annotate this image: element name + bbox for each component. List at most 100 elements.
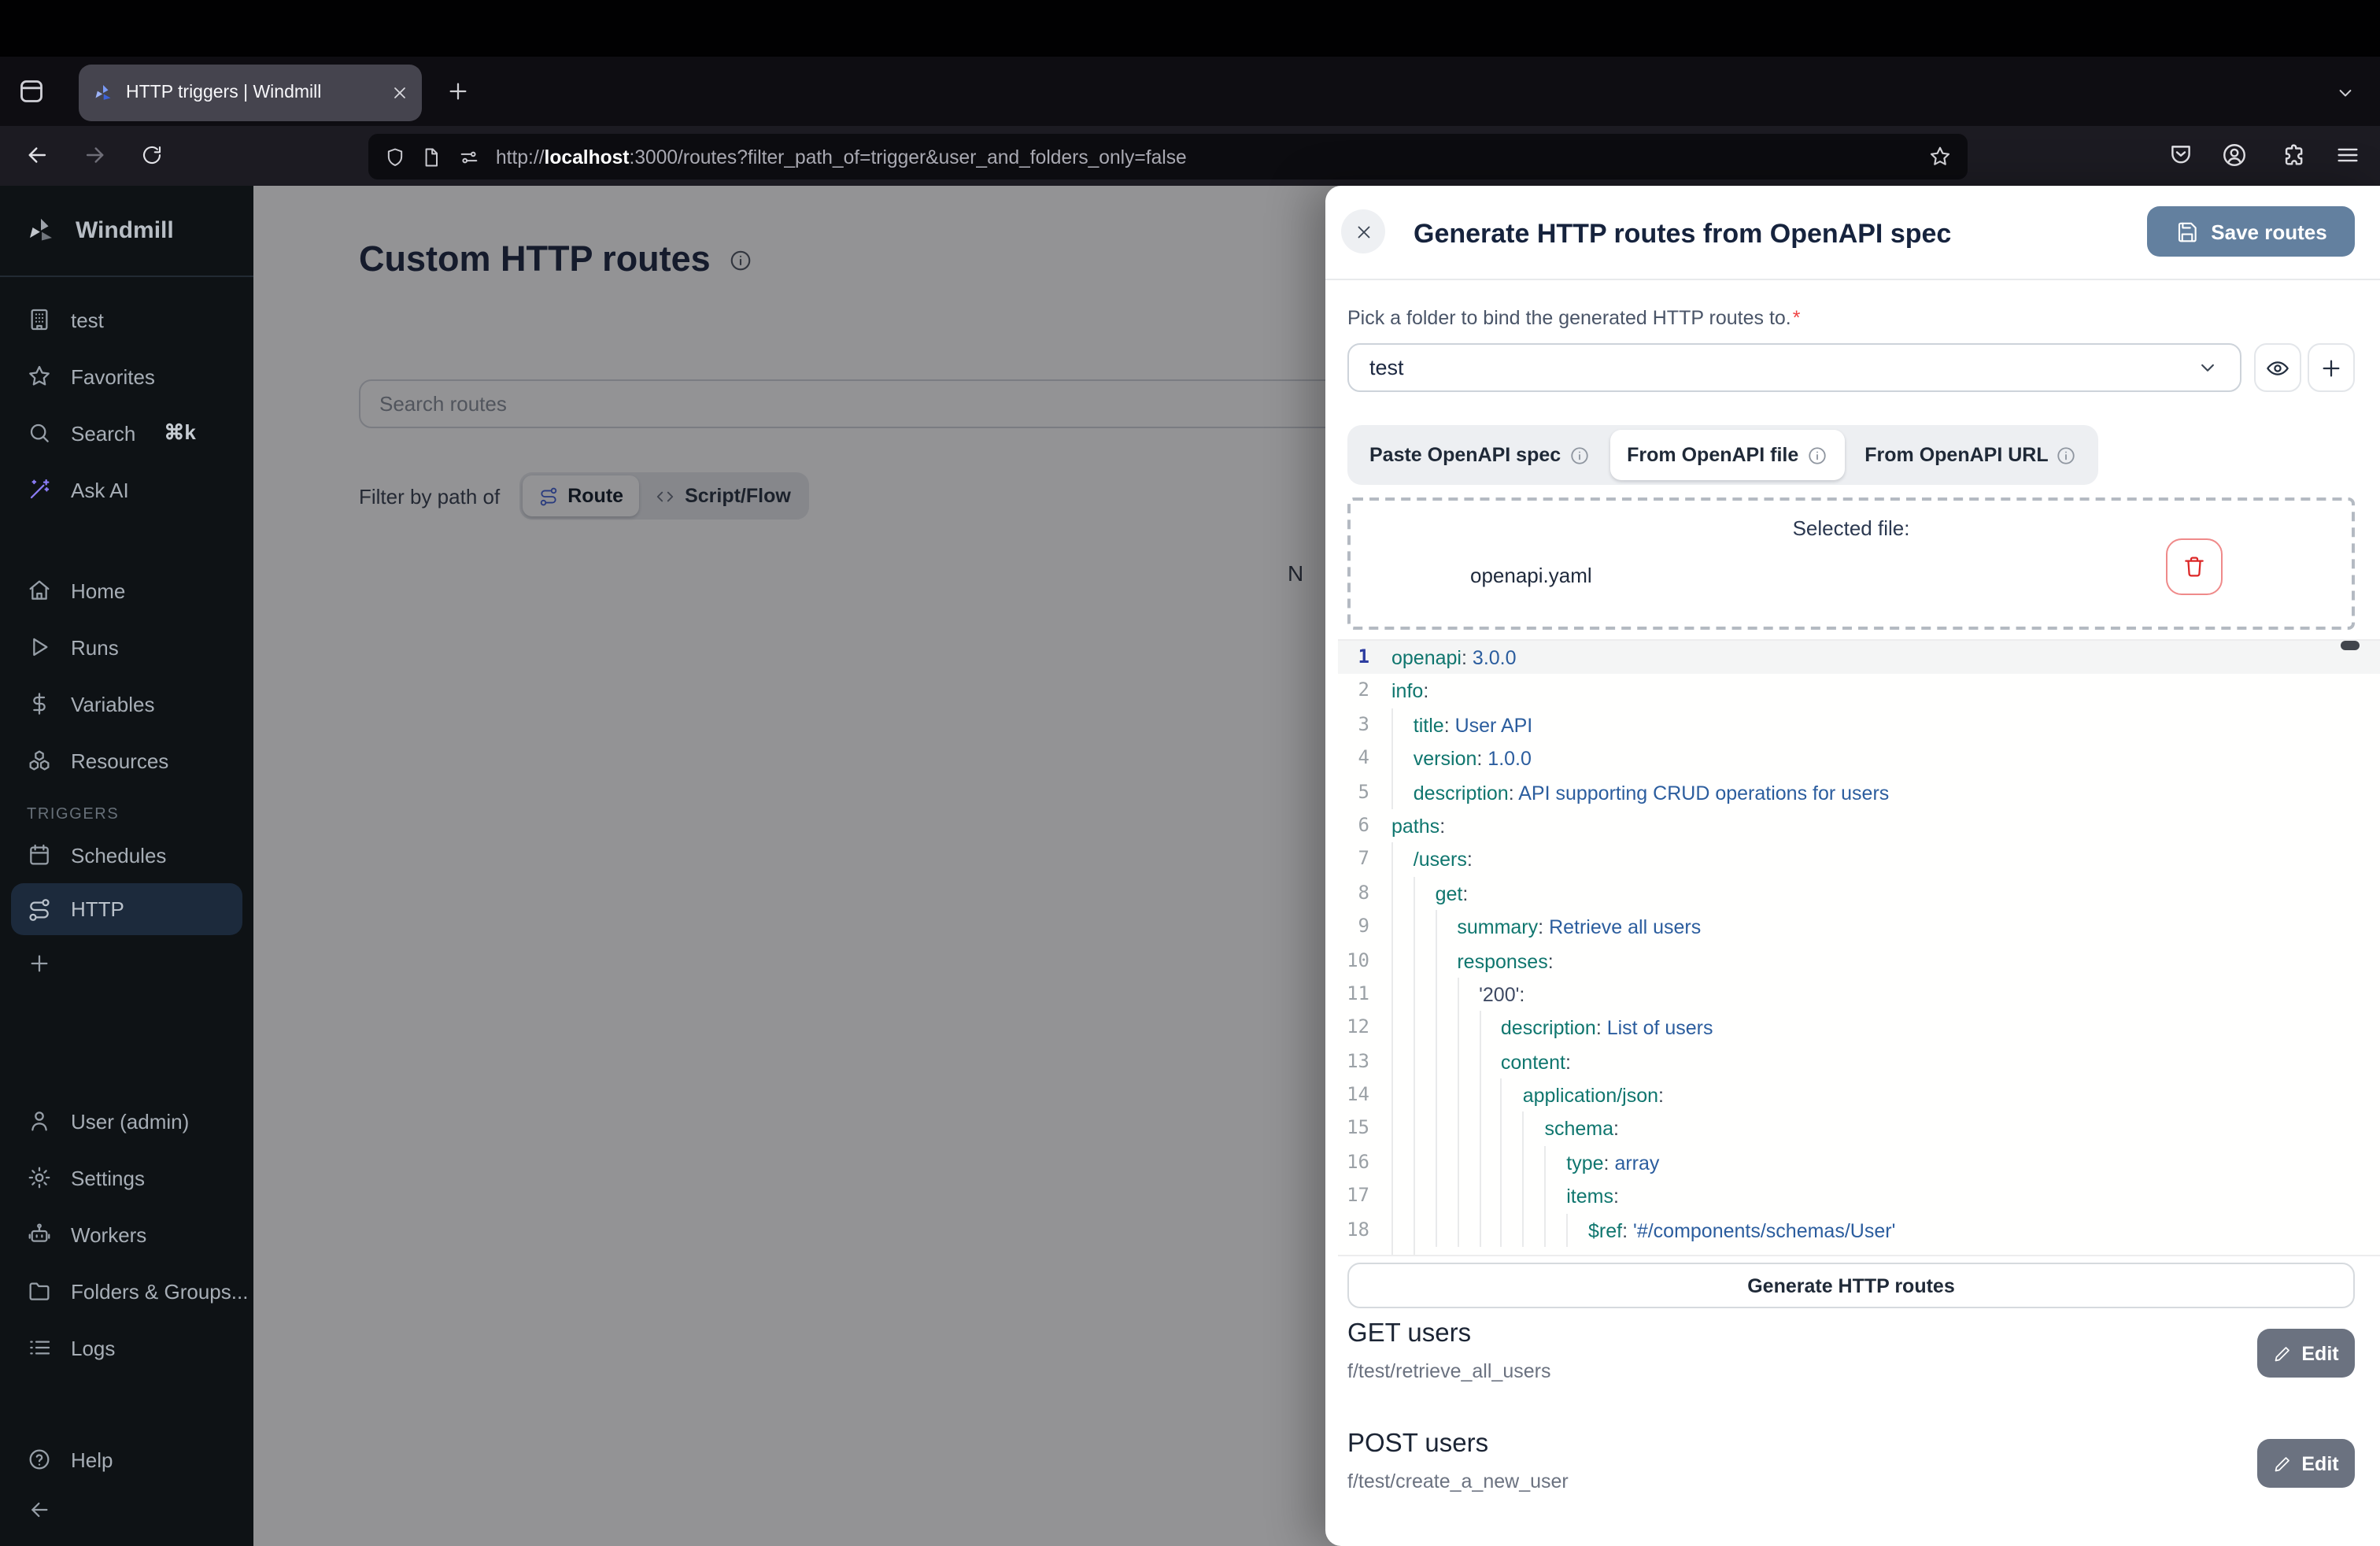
code-line: 2info: <box>1338 675 2380 708</box>
sidebar-item-folders-groups[interactable]: Folders & Groups... <box>0 1263 253 1319</box>
sidebar-item-schedules[interactable]: Schedules <box>0 827 253 883</box>
tab-list-chevron-icon[interactable] <box>2334 82 2356 104</box>
line-number: 11 <box>1338 978 1369 1012</box>
required-asterisk: * <box>1793 307 1801 329</box>
line-number: 19 <box>1338 1247 1369 1256</box>
line-number: 18 <box>1338 1213 1369 1247</box>
sidebar-item-resources[interactable]: Resources <box>0 732 253 789</box>
save-routes-button[interactable]: Save routes <box>2147 206 2355 257</box>
list-icon <box>27 1335 52 1360</box>
back-icon[interactable] <box>24 142 50 168</box>
route-icon <box>27 897 52 922</box>
sidebar-item-user-admin[interactable]: User (admin) <box>0 1093 253 1149</box>
eye-icon <box>2265 355 2290 380</box>
code-line: 4version: 1.0.0 <box>1338 742 2380 775</box>
line-number: 2 <box>1338 675 1369 708</box>
extensions-icon[interactable] <box>2281 142 2308 168</box>
drawer-close-button[interactable] <box>1341 209 1385 253</box>
sidebar-item-help[interactable]: Help <box>0 1431 253 1488</box>
sidebar-collapse-button[interactable] <box>0 1481 253 1538</box>
editor-scrollbar-thumb[interactable] <box>2341 641 2360 650</box>
code-line: 16type: array <box>1338 1146 2380 1180</box>
line-number: 7 <box>1338 843 1369 877</box>
edit-route-button[interactable]: Edit <box>2257 1329 2355 1378</box>
sidebar-item-label: Runs <box>71 635 119 659</box>
window-top-band <box>0 0 2380 57</box>
code-text: type: array <box>1369 1146 2380 1180</box>
remove-file-button[interactable] <box>2166 538 2223 595</box>
sidebar-item-label: Ask AI <box>71 478 129 501</box>
selected-file-name: openapi.yaml <box>1470 564 1592 587</box>
gear-icon <box>27 1165 52 1190</box>
code-line: 1openapi: 3.0.0 <box>1338 641 2380 675</box>
line-number: 15 <box>1338 1112 1369 1146</box>
sidebar-item-variables[interactable]: Variables <box>0 675 253 732</box>
line-number: 6 <box>1338 809 1369 843</box>
tab-from-openapi-url[interactable]: From OpenAPI URL <box>1847 430 2094 480</box>
url-text: http://localhost:3000/routes?filter_path… <box>496 146 1914 168</box>
sidebar-item-ask-ai[interactable]: Ask AI <box>0 461 253 518</box>
menu-hamburger-icon[interactable] <box>2334 142 2361 168</box>
keyboard-shortcut: ⌘k <box>164 420 195 446</box>
page-info-icon[interactable] <box>420 146 442 168</box>
brand[interactable]: Windmill <box>0 186 253 277</box>
firefox-view-icon[interactable] <box>16 76 47 107</box>
edit-route-button[interactable]: Edit <box>2257 1439 2355 1488</box>
new-tab-icon[interactable] <box>445 79 471 104</box>
shortcuts-icon[interactable] <box>456 146 482 168</box>
tab-close-icon[interactable] <box>390 83 409 102</box>
edit-label: Edit <box>2301 1452 2338 1474</box>
tab-from-openapi-file[interactable]: From OpenAPI file <box>1609 430 1844 480</box>
forward-icon[interactable] <box>82 142 109 168</box>
calendar-icon <box>27 842 52 867</box>
code-line: 14application/json: <box>1338 1078 2380 1112</box>
shield-icon[interactable] <box>384 146 406 168</box>
sidebar-item-test[interactable]: test <box>0 291 253 348</box>
generate-routes-button[interactable]: Generate HTTP routes <box>1347 1263 2355 1308</box>
sidebar-item-settings[interactable]: Settings <box>0 1149 253 1206</box>
reload-icon[interactable] <box>140 143 164 167</box>
pocket-icon[interactable] <box>2168 142 2194 168</box>
sidebar-item-runs[interactable]: Runs <box>0 619 253 675</box>
sidebar-item-label: Favorites <box>71 364 155 388</box>
sidebar-item-home[interactable]: Home <box>0 562 253 619</box>
cubes-icon <box>27 748 52 773</box>
sidebar-item-label: test <box>71 308 104 331</box>
code-line: 9summary: Retrieve all users <box>1338 910 2380 944</box>
account-icon[interactable] <box>2221 142 2248 168</box>
bookmark-star-icon[interactable] <box>1928 145 1952 168</box>
code-text: content: <box>1369 1045 2380 1078</box>
openapi-drawer: Generate HTTP routes from OpenAPI spec S… <box>1325 186 2380 1546</box>
brand-name: Windmill <box>76 217 174 244</box>
line-number: 12 <box>1338 1012 1369 1045</box>
code-text: description: API supporting CRUD operati… <box>1369 775 2380 809</box>
home-icon <box>27 578 52 603</box>
tab-paste-openapi-spec[interactable]: Paste OpenAPI spec <box>1352 430 1606 480</box>
add-folder-button[interactable] <box>2308 343 2355 392</box>
sidebar-item-workers[interactable]: Workers <box>0 1206 253 1263</box>
line-number: 13 <box>1338 1045 1369 1078</box>
url-bar[interactable]: http://localhost:3000/routes?filter_path… <box>368 134 1968 179</box>
edit-label: Edit <box>2301 1342 2338 1364</box>
save-icon <box>2175 220 2198 243</box>
sidebar-item-add[interactable] <box>0 935 253 992</box>
sidebar-item-label: Workers <box>71 1222 146 1246</box>
code-text: paths: <box>1369 809 2380 843</box>
info-icon[interactable] <box>1569 445 1589 465</box>
sidebar-item-favorites[interactable]: Favorites <box>0 348 253 405</box>
sidebar-item-label: User (admin) <box>71 1109 189 1133</box>
code-text: /users: <box>1369 843 2380 877</box>
info-icon[interactable] <box>2057 445 2077 465</box>
sidebar-item-logs[interactable]: Logs <box>0 1319 253 1376</box>
preview-folder-button[interactable] <box>2254 343 2301 392</box>
code-line: 18$ref: '#/components/schemas/User' <box>1338 1213 2380 1247</box>
play-icon <box>27 634 52 660</box>
code-editor[interactable]: 1openapi: 3.0.02info:3title: User API4ve… <box>1338 639 2380 1256</box>
browser-tab[interactable]: HTTP triggers | Windmill <box>79 65 422 121</box>
folder-select[interactable]: test <box>1347 343 2241 392</box>
drawer-divider <box>1325 279 2380 280</box>
sidebar-item-http[interactable]: HTTP <box>11 883 242 935</box>
sidebar-item-search[interactable]: Search⌘k <box>0 405 253 461</box>
sidebar-item-label: Logs <box>71 1336 115 1359</box>
info-icon[interactable] <box>1806 445 1827 465</box>
